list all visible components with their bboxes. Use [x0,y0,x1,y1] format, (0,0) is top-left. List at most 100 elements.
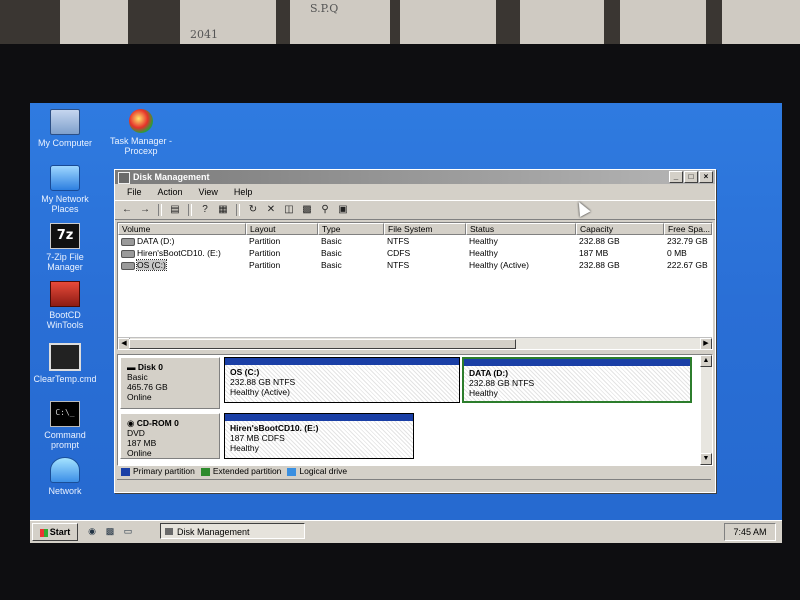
partition-status: Healthy [230,443,259,453]
partition-hirens-e[interactable]: Hiren'sBootCD10. (E:) 187 MB CDFS Health… [224,413,414,459]
desktop-icon-7zip[interactable]: 7z 7-Zip File Manager [30,223,100,272]
desktop-icon-my-network-places[interactable]: My Network Places [30,165,100,214]
volume-free-space: 222.67 GB [667,260,708,270]
window-title: Disk Management [133,172,210,182]
cdrom-icon: ◉ [127,418,137,428]
folder-icon[interactable]: ▭ [122,525,134,537]
properties-icon[interactable]: ▦ [216,204,230,216]
desktop-icon-label: My Computer [37,138,92,148]
desktop-icon-task-manager[interactable]: Task Manager - Procexp [106,109,176,156]
desktop-icon-label: My Network Places [41,194,89,214]
browser-icon[interactable]: ◉ [86,525,98,537]
legend-item: Primary partition [121,466,195,477]
partition-status: Healthy (Active) [230,387,290,397]
column-header-status[interactable]: Status [466,223,576,235]
desktop-icon-label: Command prompt [44,430,86,450]
horizontal-scrollbar[interactable]: ◀ ▶ [118,337,712,349]
desktop-icon-label: 7-Zip File Manager [46,252,84,272]
desktop-icon-network[interactable]: Network [30,457,100,496]
refresh-icon[interactable]: ↻ [246,204,260,216]
minimize-button[interactable]: _ [669,171,683,183]
scroll-right-icon[interactable]: ▶ [700,338,712,349]
volume-list[interactable]: Volume Layout Type File System Status Ca… [117,222,713,350]
volume-list-header: Volume Layout Type File System Status Ca… [118,223,712,235]
partition-data-d[interactable]: DATA (D:) 232.88 GB NTFS Healthy [462,357,692,403]
legend-item: Logical drive [287,466,347,477]
window-titlebar[interactable]: Disk Management _ □ × [115,170,715,184]
desktop-icon-label: Network [48,486,82,496]
partition-name: OS (C:) [230,367,260,377]
maximize-button[interactable]: □ [684,171,698,183]
start-button[interactable]: Start [32,523,78,541]
background-paper [520,0,604,44]
menu-view[interactable]: View [191,184,226,200]
disk-icon[interactable]: ◫ [282,204,296,216]
column-header-layout[interactable]: Layout [246,223,318,235]
taskbar-clock[interactable]: 7:45 AM [724,523,776,541]
desktop-icon-my-computer[interactable]: My Computer [30,109,100,148]
column-header-file-system[interactable]: File System [384,223,466,235]
scroll-up-icon[interactable]: ▲ [700,355,712,367]
volume-status: Healthy (Active) [469,260,529,270]
taskbar-item-disk-management[interactable]: Disk Management [160,523,305,539]
forward-arrow-icon[interactable]: → [138,204,152,216]
column-header-free-space[interactable]: Free Spa... [664,223,712,235]
column-header-capacity[interactable]: Capacity [576,223,664,235]
scroll-thumb[interactable] [129,339,516,349]
disk-name: CD-ROM 0 [136,418,179,428]
volume-row[interactable]: Hiren'sBootCD10. (E:) Partition Basic CD… [118,247,712,259]
scroll-down-icon[interactable]: ▼ [700,453,712,465]
disk-0-label[interactable]: ▬ Disk 0 Basic 465.76 GB Online [120,357,220,409]
background-paper [722,0,800,44]
cdrom-0-label[interactable]: ◉ CD-ROM 0 DVD 187 MB Online [120,413,220,459]
volume-status: Healthy [469,236,498,246]
volume-row[interactable]: OS (C:) Partition Basic NTFS Healthy (Ac… [118,259,712,271]
view-icon[interactable]: ▤ [168,204,182,216]
menu-file[interactable]: File [119,184,150,200]
partition-legend: Primary partition Extended partition Log… [117,466,715,477]
volume-free-space: 0 MB [667,248,687,258]
volume-layout: Partition [249,260,281,270]
desktop-icon-label: Task Manager - Procexp [109,136,173,156]
close-button[interactable]: × [699,171,713,183]
partition-os-c[interactable]: OS (C:) 232.88 GB NTFS Healthy (Active) [224,357,460,403]
desktop-icon-bootcd-wintools[interactable]: BootCD WinTools [30,281,100,330]
desktop-icon-command-prompt[interactable]: C:\_ Command prompt [30,401,100,450]
volume-type: Basic [321,236,342,246]
volume-row[interactable]: DATA (D:) Partition Basic NTFS Healthy 2… [118,235,712,247]
cleartemp-icon [49,343,81,371]
partition-name: Hiren'sBootCD10. (E:) [230,423,319,433]
menu-action[interactable]: Action [150,184,191,200]
export-icon[interactable]: ▣ [336,204,350,216]
menu-help[interactable]: Help [226,184,261,200]
legend-label: Logical drive [299,466,348,476]
volume-free-space: 232.79 GB [667,236,708,246]
vertical-scrollbar[interactable]: ▲ ▼ [700,355,712,465]
cmd-icon[interactable]: ▩ [104,525,116,537]
desktop-icon-label: ClearTemp.cmd [33,374,97,384]
background-paper [60,0,128,44]
volume-capacity: 187 MB [579,248,609,258]
legend-swatch [121,467,130,476]
disk-state: Online [127,392,152,402]
column-header-volume[interactable]: Volume [118,223,246,235]
background-paper [620,0,706,44]
volume-name: OS (C:) [136,259,167,271]
command-prompt-icon: C:\_ [50,401,80,427]
search-icon[interactable]: ⚲ [318,204,332,216]
volume-name: Hiren'sBootCD10. (E:) [137,248,221,258]
background-wall: 2041 S.P.Q [0,0,800,48]
partition-detail: 232.88 GB NTFS [230,377,296,387]
column-header-type[interactable]: Type [318,223,384,235]
primary-partition-bar [464,359,690,366]
toolbar-separator [158,204,162,216]
drive-icon[interactable]: ▩ [300,204,314,216]
desktop-icon-cleartemp[interactable]: ClearTemp.cmd [30,343,100,384]
legend-label: Primary partition [133,466,195,476]
delete-icon[interactable]: ✕ [264,204,278,216]
disk-management-window: Disk Management _ □ × File Action View H… [114,169,716,493]
help-icon[interactable]: ? [198,204,212,216]
background-paper [400,0,496,44]
disk-graph-view[interactable]: ▬ Disk 0 Basic 465.76 GB Online OS (C:) … [117,354,713,466]
back-arrow-icon[interactable]: ← [120,204,134,216]
